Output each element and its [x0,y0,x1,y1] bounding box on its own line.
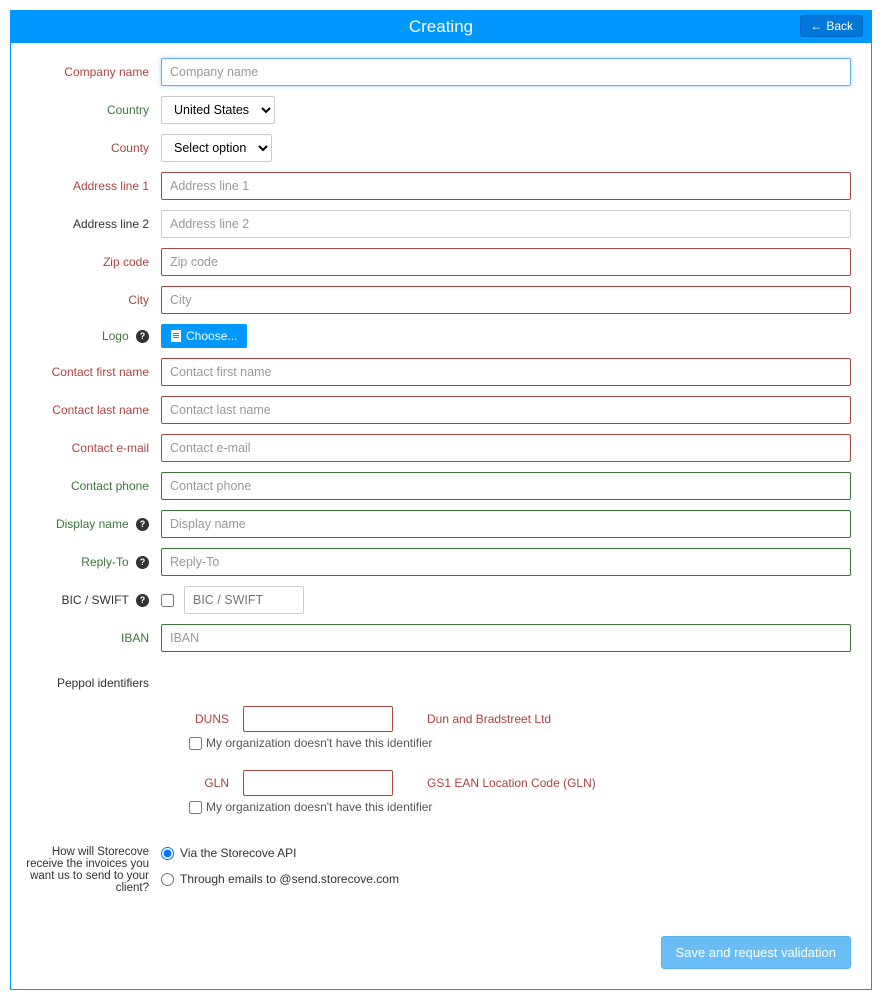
delivery-option-email[interactable]: Through emails to @send.storecove.com [161,872,851,886]
peppol-gln-block: GLN GS1 EAN Location Code (GLN) My organ… [161,764,851,828]
reply-to-input[interactable] [161,548,851,576]
label-delivery: How will Storecove receive the invoices … [21,846,161,894]
delivery-api-radio[interactable] [161,847,174,860]
label-peppol: Peppol identifiers [21,662,161,690]
choose-logo-button[interactable]: Choose... [161,324,247,348]
iban-input[interactable] [161,624,851,652]
label-country: Country [21,103,161,117]
display-name-input[interactable] [161,510,851,538]
peppol-gln-input[interactable] [243,770,393,796]
peppol-duns-desc: Dun and Bradstreet Ltd [427,712,551,726]
help-icon[interactable]: ? [136,518,149,531]
peppol-gln-noid[interactable]: My organization doesn't have this identi… [189,800,851,814]
label-company-name: Company name [21,65,161,79]
peppol-gln-name: GLN [189,776,229,790]
bic-checkbox[interactable] [161,594,174,607]
label-display-name: Display name ? [21,517,161,531]
peppol-duns-block: DUNS Dun and Bradstreet Ltd My organizat… [161,700,851,764]
address-line1-input[interactable] [161,172,851,200]
peppol-gln-noid-checkbox[interactable] [189,801,202,814]
contact-last-input[interactable] [161,396,851,424]
label-bic: BIC / SWIFT ? [21,593,161,607]
contact-phone-input[interactable] [161,472,851,500]
label-county: County [21,141,161,155]
label-contact-first: Contact first name [21,365,161,379]
delivery-option-api[interactable]: Via the Storecove API [161,846,851,860]
creating-panel: Creating ← Back Company name Country Uni… [10,10,872,990]
save-button[interactable]: Save and request validation [661,936,851,969]
choose-button-label: Choose... [186,329,237,343]
arrow-left-icon: ← [810,19,822,33]
delivery-email-radio[interactable] [161,873,174,886]
company-name-input[interactable] [161,58,851,86]
help-icon[interactable]: ? [136,556,149,569]
label-zip: Zip code [21,255,161,269]
peppol-duns-input[interactable] [243,706,393,732]
country-select[interactable]: United States [161,96,275,124]
address-line2-input[interactable] [161,210,851,238]
label-iban: IBAN [21,631,161,645]
back-button[interactable]: ← Back [800,15,863,37]
document-icon [171,330,181,342]
help-icon[interactable]: ? [136,330,149,343]
footer: Save and request validation [21,906,851,969]
label-contact-last: Contact last name [21,403,161,417]
back-button-label: Back [826,19,853,33]
panel-body: Company name Country United States Count… [11,43,871,989]
zip-input[interactable] [161,248,851,276]
bic-input[interactable] [184,586,304,614]
label-logo: Logo ? [21,329,161,343]
peppol-duns-noid-checkbox[interactable] [189,737,202,750]
label-contact-email: Contact e-mail [21,441,161,455]
label-city: City [21,293,161,307]
peppol-gln-desc: GS1 EAN Location Code (GLN) [427,776,596,790]
label-address1: Address line 1 [21,179,161,193]
page-title: Creating [409,17,473,37]
panel-header: Creating ← Back [11,11,871,43]
label-reply-to: Reply-To ? [21,555,161,569]
peppol-duns-noid[interactable]: My organization doesn't have this identi… [189,736,851,750]
contact-first-input[interactable] [161,358,851,386]
label-address2: Address line 2 [21,217,161,231]
label-contact-phone: Contact phone [21,479,161,493]
city-input[interactable] [161,286,851,314]
help-icon[interactable]: ? [136,594,149,607]
county-select[interactable]: Select option [161,134,272,162]
contact-email-input[interactable] [161,434,851,462]
peppol-duns-name: DUNS [189,712,229,726]
